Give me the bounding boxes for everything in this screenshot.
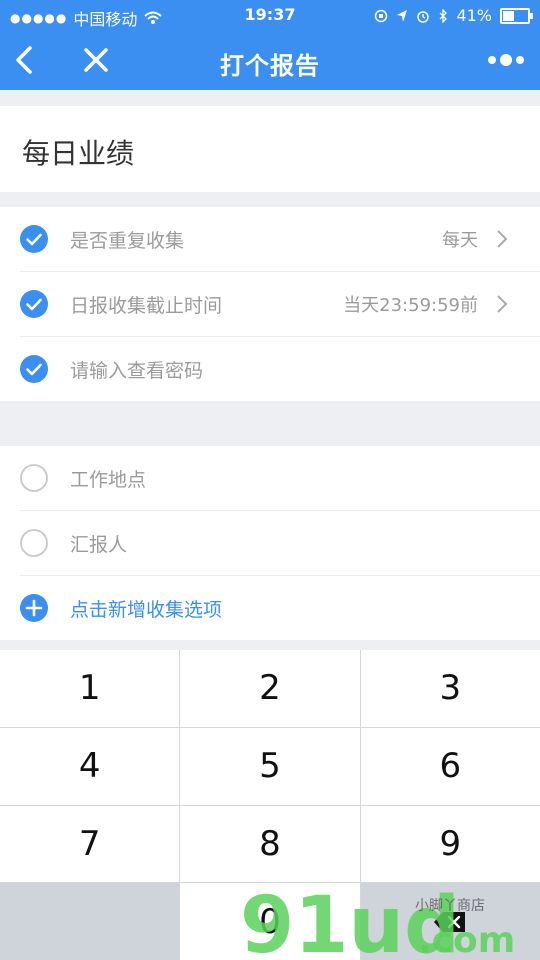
setting-label: 日报收集截止时间 [70,294,223,317]
key-delete[interactable] [360,883,540,960]
chevron-right-icon [497,295,508,313]
status-right: 41% [374,6,533,25]
key-2[interactable]: 2 [180,650,360,727]
field-item-work-location[interactable]: 工作地点 [20,446,540,511]
page-title: 打个报告 [220,52,320,80]
empty-circle-icon[interactable] [20,529,48,557]
settings-section: 是否重复收集 每天 日报收集截止时间 当天23:59:59前 请输入查看密码 [0,207,540,401]
setting-value: 当天23:59:59前 [343,295,478,316]
chevron-right-icon [497,230,508,248]
key-0[interactable]: 0 [180,883,360,960]
location-icon [397,9,408,22]
setting-password[interactable]: 请输入查看密码 [20,337,540,401]
setting-value: 每天 [442,230,478,251]
check-circle-icon[interactable] [20,355,48,383]
key-1[interactable]: 1 [0,650,180,727]
field-item-reporter[interactable]: 汇报人 [20,511,540,576]
status-bar: ●●●●● 中国移动 19:37 41% [0,0,540,32]
key-9[interactable]: 9 [360,805,540,883]
setting-repeat-collect[interactable]: 是否重复收集 每天 [20,207,540,272]
key-7[interactable]: 7 [0,805,180,883]
battery-icon [500,7,533,24]
alarm-icon [417,10,430,23]
navigation-bar: 打个报告 [0,32,540,90]
check-circle-icon[interactable] [20,225,48,253]
fields-section: 工作地点 汇报人 点击新增收集选项 [0,446,540,640]
setting-label: 是否重复收集 [70,229,185,252]
report-title-card[interactable]: 每日业绩 [0,106,540,192]
key-3[interactable]: 3 [360,650,540,727]
report-title[interactable]: 每日业绩 [22,132,134,172]
key-5[interactable]: 5 [180,727,360,805]
add-field-label[interactable]: 点击新增收集选项 [70,595,540,622]
key-6[interactable]: 6 [360,727,540,805]
orientation-lock-icon [375,9,388,22]
backspace-icon [434,911,466,932]
check-circle-icon[interactable] [20,290,48,318]
setting-label: 请输入查看密码 [70,359,204,382]
field-label: 工作地点 [70,468,147,491]
setting-deadline[interactable]: 日报收集截止时间 当天23:59:59前 [20,272,540,337]
add-field-button[interactable]: 点击新增收集选项 [20,576,540,640]
add-circle-icon[interactable] [20,594,48,622]
more-icon[interactable] [486,50,526,70]
bluetooth-icon [439,8,448,23]
key-8[interactable]: 8 [180,805,360,883]
battery-percent: 41% [456,6,492,25]
key-4[interactable]: 4 [0,727,180,805]
empty-circle-icon[interactable] [20,464,48,492]
field-label: 汇报人 [70,533,128,556]
key-empty [0,883,180,960]
numeric-keypad: 1 2 3 4 5 6 7 8 9 0 [0,650,540,960]
